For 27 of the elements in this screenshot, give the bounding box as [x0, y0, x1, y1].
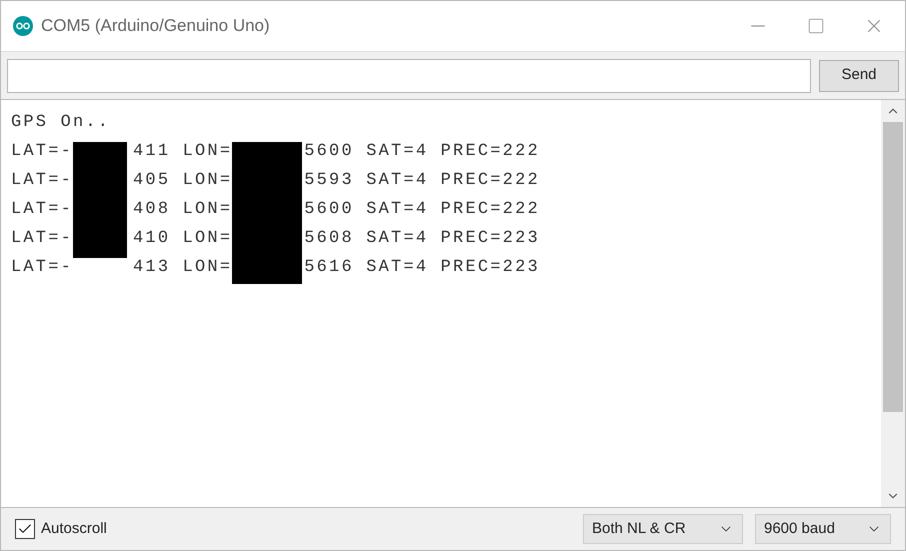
output-text: 5616 SAT=4 PREC=223 — [304, 257, 540, 279]
line-ending-dropdown[interactable]: Both NL & CR — [583, 514, 743, 544]
app-logo-icon — [13, 16, 33, 36]
scrollbar-thumb[interactable] — [883, 122, 903, 412]
autoscroll-label: Autoscroll — [41, 518, 107, 539]
output-text: 405 LON= — [133, 170, 232, 192]
output-text: 5600 SAT=4 PREC=222 — [304, 199, 540, 221]
output-text: LAT=- — [11, 199, 74, 221]
output-text: 5600 SAT=4 PREC=222 — [304, 141, 540, 163]
output-text: 410 LON= — [133, 228, 232, 250]
scrollbar[interactable] — [881, 100, 905, 507]
output-text: LAT=- — [11, 228, 74, 250]
maximize-icon[interactable] — [807, 17, 825, 35]
autoscroll-checkbox[interactable] — [15, 519, 35, 539]
window-title: COM5 (Arduino/Genuino Uno) — [41, 15, 270, 38]
message-input-field[interactable] — [7, 58, 811, 92]
send-button[interactable]: Send — [819, 60, 899, 92]
output-text: LAT=- — [11, 141, 74, 163]
output-text: 413 LON= — [133, 257, 232, 279]
output-line: GPS On.. — [11, 113, 110, 132]
baud-rate-dropdown[interactable]: 9600 baud — [755, 514, 891, 544]
output-text: LAT=- — [11, 257, 74, 279]
output-text: 5593 SAT=4 PREC=222 — [304, 170, 540, 192]
output-text: 5608 SAT=4 PREC=223 — [304, 228, 540, 250]
output-text: 408 LON= — [133, 199, 232, 221]
output-text: LAT=- — [11, 170, 74, 192]
output-text: 411 LON= — [133, 141, 232, 163]
